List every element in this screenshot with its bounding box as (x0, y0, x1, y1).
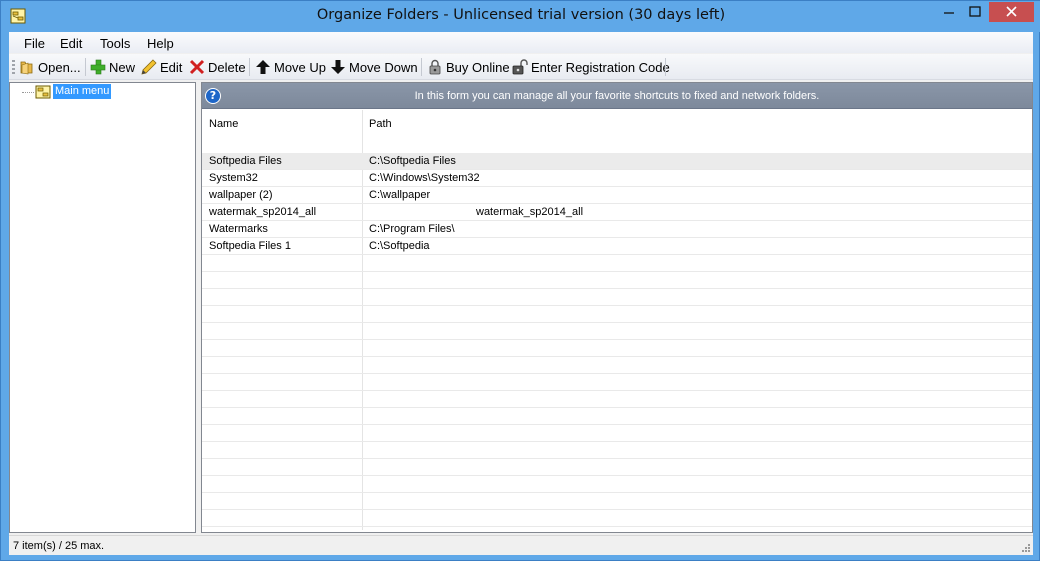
table-row[interactable]: Softpedia Files 1 C:\Softpedia (202, 238, 1032, 255)
shortcuts-grid[interactable]: Name Path Softpedia Files C:\Softpedia F… (202, 110, 1032, 530)
edit-button[interactable]: Edit (141, 57, 182, 77)
menu-edit[interactable]: Edit (60, 36, 82, 51)
tree-item-main-menu[interactable]: Main menu (53, 84, 112, 99)
tree-connector (22, 92, 34, 93)
arrow-down-icon (331, 60, 345, 74)
app-window: Organize Folders - Unlicensed trial vers… (0, 0, 1040, 561)
status-bar: 7 item(s) / 25 max. (9, 535, 1033, 555)
register-button[interactable]: Enter Registration Code (512, 57, 670, 77)
pencil-icon (141, 59, 157, 75)
empty-row (202, 476, 1032, 493)
shortcuts-pane: ? In this form you can manage all your f… (201, 82, 1033, 533)
grid-header: Name Path (202, 110, 1032, 136)
cell-path: C:\Softpedia Files (369, 155, 456, 167)
table-row[interactable]: wallpaper (2) C:\wallpaper (202, 187, 1032, 204)
move-down-button[interactable]: Move Down (330, 57, 418, 77)
menu-file[interactable]: File (24, 36, 45, 51)
minimize-icon[interactable] (939, 2, 959, 22)
cell-name: watermak_sp2014_all (209, 206, 317, 218)
menu-help[interactable]: Help (147, 36, 174, 51)
empty-row (202, 408, 1032, 425)
padlock-open-icon (512, 59, 528, 75)
empty-row (202, 357, 1032, 374)
empty-row (202, 323, 1032, 340)
menu-tools[interactable]: Tools (100, 36, 130, 51)
banner-text: In this form you can manage all your fav… (414, 90, 820, 102)
toolbar: Open... New Edit Delete Move Up Move Dow… (9, 54, 1033, 80)
maximize-icon[interactable] (964, 2, 986, 22)
title-bar[interactable]: Organize Folders - Unlicensed trial vers… (1, 1, 1040, 32)
toolbar-separator (249, 58, 250, 76)
cell-path: C:\Program Files\ (369, 223, 455, 235)
empty-row (202, 255, 1032, 272)
cell-path: C:\Softpedia (369, 240, 430, 252)
column-header-path[interactable]: Path (369, 118, 392, 130)
delete-label: Delete (208, 59, 246, 75)
cell-name: Softpedia Files 1 (209, 240, 291, 252)
cell-path: C:\Windows\System32 (369, 172, 480, 184)
empty-row (202, 459, 1032, 476)
empty-row (202, 493, 1032, 510)
move-up-label: Move Up (274, 59, 327, 75)
folder-tree[interactable]: Main menu (9, 82, 196, 533)
menu-bar: File Edit Tools Help (9, 32, 1033, 53)
table-row[interactable]: watermak_sp2014_all watermak_sp2014_all (202, 204, 1032, 221)
toolbar-separator (85, 58, 86, 76)
cell-path: watermak_sp2014_all (476, 206, 584, 218)
open-button[interactable]: Open... (19, 57, 81, 77)
buy-online-label: Buy Online (446, 59, 510, 75)
info-banner: ? In this form you can manage all your f… (202, 83, 1032, 109)
resize-grip-icon[interactable] (1020, 542, 1030, 552)
edit-label: Edit (160, 59, 183, 75)
empty-row (202, 442, 1032, 459)
table-row[interactable]: Watermarks C:\Program Files\ (202, 221, 1032, 238)
status-text: 7 item(s) / 25 max. (13, 540, 105, 552)
delete-button[interactable]: Delete (189, 57, 246, 77)
new-button[interactable]: New (90, 57, 135, 77)
plus-icon (90, 59, 106, 75)
client-area: File Edit Tools Help Open... New Edit De… (9, 32, 1033, 555)
empty-row (202, 510, 1032, 527)
buy-online-button[interactable]: Buy Online (427, 57, 510, 77)
empty-row (202, 425, 1032, 442)
arrow-up-icon (256, 60, 270, 74)
table-row[interactable]: System32 C:\Windows\System32 (202, 170, 1032, 187)
folder-open-icon (20, 61, 33, 75)
empty-row (202, 391, 1032, 408)
empty-row (202, 306, 1032, 323)
open-label: Open... (38, 59, 81, 75)
cell-name: Softpedia Files (209, 155, 282, 167)
empty-row (202, 374, 1032, 391)
cell-name: System32 (209, 172, 258, 184)
folder-icon (35, 85, 51, 99)
cell-name: Watermarks (209, 223, 268, 235)
column-header-name[interactable]: Name (209, 118, 238, 130)
lock-icon (429, 59, 441, 75)
window-title: Organize Folders - Unlicensed trial vers… (316, 7, 726, 23)
toolbar-separator (665, 58, 666, 76)
empty-row (202, 272, 1032, 289)
grid-rows: Softpedia Files C:\Softpedia Files Syste… (202, 153, 1032, 527)
empty-row (202, 289, 1032, 306)
cell-name: wallpaper (2) (209, 189, 273, 201)
move-down-label: Move Down (349, 59, 418, 75)
move-up-button[interactable]: Move Up (255, 57, 326, 77)
cell-path: C:\wallpaper (369, 189, 431, 201)
table-row[interactable]: Softpedia Files C:\Softpedia Files (202, 153, 1032, 170)
empty-row (202, 340, 1032, 357)
new-label: New (109, 59, 136, 75)
toolbar-separator (421, 58, 422, 76)
delete-x-icon (189, 59, 205, 75)
register-label: Enter Registration Code (531, 59, 670, 75)
toolbar-grip[interactable] (12, 60, 15, 74)
close-icon[interactable] (989, 2, 1034, 22)
